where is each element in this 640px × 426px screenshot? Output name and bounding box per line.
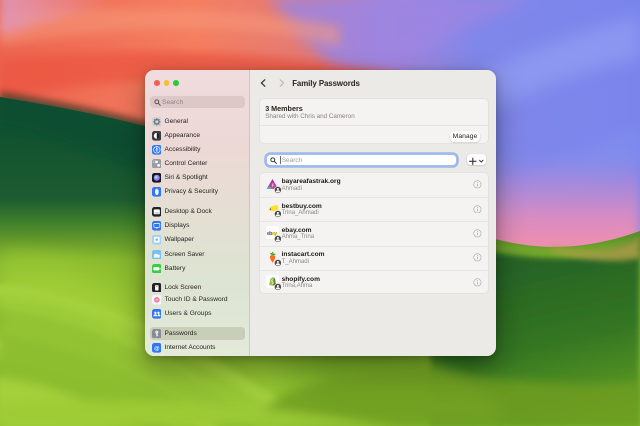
svg-text:@: @ bbox=[154, 346, 160, 352]
